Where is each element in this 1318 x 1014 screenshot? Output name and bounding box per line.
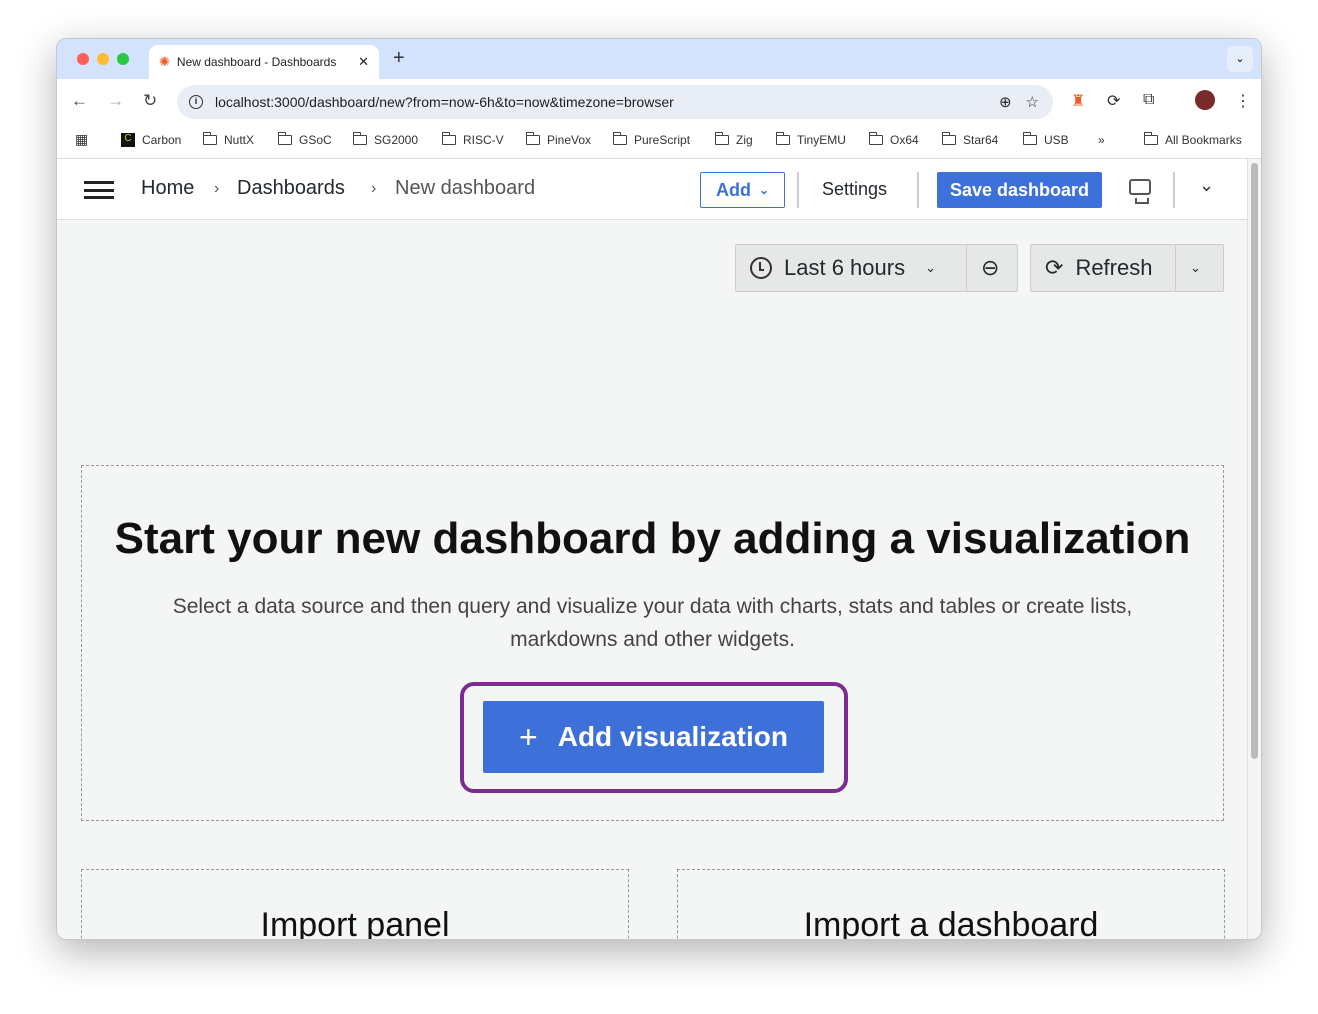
browser-toolbar: ← → ↻ i localhost:3000/dashboard/new?fro…: [57, 79, 1261, 123]
browser-window: ✺ New dashboard - Dashboards ✕ + ⌄ ← → ↻…: [56, 38, 1262, 940]
breadcrumb-dashboards[interactable]: Dashboards: [237, 177, 345, 200]
chevron-down-icon: ⌄: [758, 183, 770, 197]
menu-icon[interactable]: ⋮: [1235, 91, 1251, 111]
divider: [797, 172, 799, 208]
tab-bar: ✺ New dashboard - Dashboards ✕ + ⌄: [57, 39, 1261, 79]
menu-toggle-icon[interactable]: [84, 181, 114, 199]
apps-icon[interactable]: ▦: [75, 131, 88, 148]
extensions-icon[interactable]: ⧉: [1143, 91, 1154, 109]
close-tab-icon[interactable]: ✕: [358, 54, 369, 70]
bookmark-folder[interactable]: GSoC: [278, 132, 332, 147]
bookmark-folder[interactable]: Ox64: [869, 132, 919, 147]
refresh-group: ⟳ Refresh ⌄: [1030, 244, 1224, 292]
browser-tab[interactable]: ✺ New dashboard - Dashboards ✕: [149, 45, 379, 79]
folder-icon: [942, 132, 956, 145]
back-icon[interactable]: ←: [71, 91, 88, 111]
zoom-out-icon: ⊖: [981, 255, 1000, 280]
chevron-down-icon: ⌄: [925, 260, 936, 275]
divider: [917, 172, 919, 208]
folder-icon: [776, 132, 790, 145]
lighthouse-extension-icon[interactable]: ♜: [1071, 91, 1085, 111]
bookmarks-bar: ▦ C Carbon NuttX GSoC SG2000 RISC-V PineV…: [57, 123, 1261, 159]
time-picker-group: Last 6 hours ⌄ ⊖: [735, 244, 1018, 292]
profile-avatar[interactable]: [1195, 90, 1215, 110]
add-visualization-button[interactable]: + Add visualization: [483, 701, 824, 773]
folder-icon: [442, 132, 456, 145]
add-button[interactable]: Add ⌄: [700, 172, 785, 208]
star-icon[interactable]: ☆: [1026, 93, 1039, 111]
zoom-icon[interactable]: ⊕: [999, 93, 1012, 111]
app-header: Home › Dashboards › New dashboard Add ⌄ S…: [57, 159, 1249, 220]
folder-icon: [278, 132, 292, 145]
import-panel-card[interactable]: Import panel: [81, 869, 629, 939]
tab-search-chevron-icon[interactable]: ⌄: [1227, 46, 1253, 72]
scrollbar[interactable]: [1247, 159, 1261, 939]
scrollbar-thumb[interactable]: [1251, 163, 1258, 759]
folder-icon: [1023, 132, 1037, 145]
sync-extension-icon[interactable]: ⟳: [1107, 91, 1120, 111]
reload-icon[interactable]: ↻: [143, 91, 157, 111]
folder-icon: [353, 132, 367, 145]
folder-icon: [613, 132, 627, 145]
refresh-button[interactable]: ⟳ Refresh: [1031, 245, 1175, 291]
site-info-icon[interactable]: i: [189, 95, 203, 109]
settings-button[interactable]: Settings: [822, 179, 887, 200]
divider: [1173, 172, 1175, 208]
chevron-down-icon: ⌄: [1190, 260, 1201, 275]
bookmark-folder[interactable]: USB: [1023, 132, 1069, 147]
folder-icon: [1144, 132, 1158, 145]
plus-icon: +: [519, 718, 538, 755]
empty-state-description: Select a data source and then query and …: [172, 595, 1133, 651]
bookmark-folder[interactable]: Star64: [942, 132, 998, 147]
bookmark-folder[interactable]: PineVox: [526, 132, 591, 147]
breadcrumb-separator-icon: ›: [214, 180, 220, 197]
clock-icon: [750, 257, 772, 279]
empty-dashboard-panel: Start your new dashboard by adding a vis…: [81, 465, 1224, 821]
empty-state-title: Start your new dashboard by adding a vis…: [114, 514, 1191, 563]
folder-icon: [203, 132, 217, 145]
tab-title: New dashboard - Dashboards: [176, 55, 337, 69]
new-tab-button[interactable]: +: [393, 47, 405, 70]
carbon-icon: C: [121, 133, 135, 147]
folder-icon: [869, 132, 883, 145]
all-bookmarks[interactable]: All Bookmarks: [1144, 132, 1242, 147]
forward-icon[interactable]: →: [107, 91, 124, 111]
import-dashboard-card[interactable]: Import a dashboard: [677, 869, 1225, 939]
folder-icon: [526, 132, 540, 145]
bookmark-folder[interactable]: TinyEMU: [776, 132, 846, 147]
bookmark-carbon[interactable]: C Carbon: [121, 133, 181, 147]
kiosk-mode-icon[interactable]: [1129, 179, 1151, 204]
breadcrumb-current: New dashboard: [395, 177, 536, 199]
maximize-window-button[interactable]: [117, 53, 129, 65]
time-range-picker[interactable]: Last 6 hours ⌄: [736, 245, 966, 291]
refresh-interval-dropdown[interactable]: ⌄: [1175, 245, 1215, 291]
breadcrumb-home[interactable]: Home: [141, 177, 194, 200]
bookmark-folder[interactable]: PureScript: [613, 132, 690, 147]
bookmarks-overflow-button[interactable]: »: [1098, 133, 1105, 147]
close-window-button[interactable]: [77, 53, 89, 65]
refresh-icon: ⟳: [1045, 255, 1064, 280]
bookmark-folder[interactable]: SG2000: [353, 132, 418, 147]
breadcrumb-separator-icon: ›: [371, 180, 377, 197]
save-dashboard-button[interactable]: Save dashboard: [937, 172, 1102, 208]
grafana-icon: ✺: [159, 54, 170, 69]
url-text[interactable]: localhost:3000/dashboard/new?from=now-6h…: [215, 94, 999, 110]
minimize-window-button[interactable]: [97, 53, 109, 65]
grafana-app: Home › Dashboards › New dashboard Add ⌄ S…: [57, 159, 1249, 939]
folder-icon: [715, 132, 729, 145]
bookmark-folder[interactable]: RISC-V: [442, 132, 504, 147]
bookmark-folder[interactable]: NuttX: [203, 132, 254, 147]
collapse-header-chevron-icon[interactable]: ⌄: [1199, 175, 1214, 196]
zoom-out-button[interactable]: ⊖: [966, 245, 1013, 291]
bookmark-folder[interactable]: Zig: [715, 132, 753, 147]
address-bar[interactable]: i localhost:3000/dashboard/new?from=now-…: [177, 85, 1053, 119]
